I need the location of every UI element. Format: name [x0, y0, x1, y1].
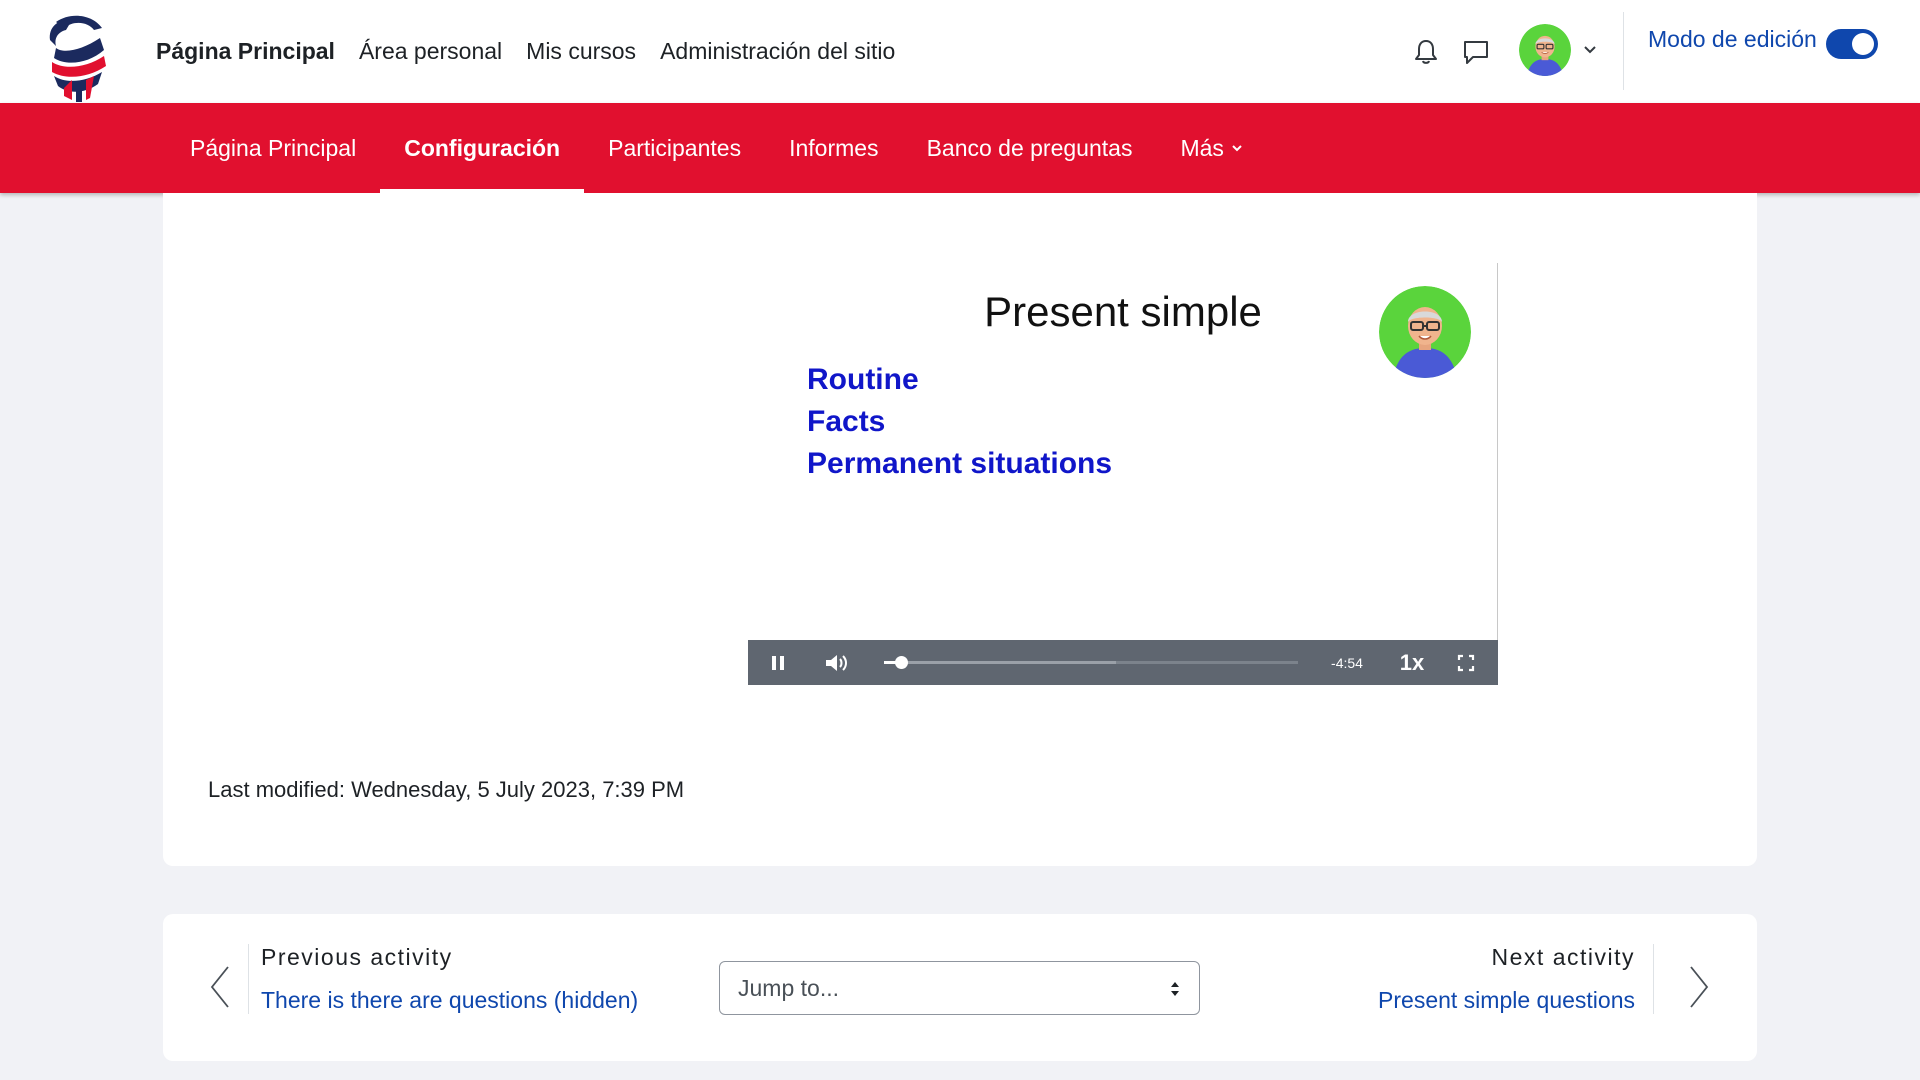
chevron-down-icon — [1232, 145, 1242, 152]
tab-label: Configuración — [404, 134, 561, 161]
next-activity: Next activity Present simple questions — [1378, 944, 1654, 1014]
chevron-down-icon — [1584, 46, 1596, 54]
volume-icon — [826, 654, 847, 671]
lion-logo-icon — [44, 15, 110, 103]
slide-bullets: Routine Facts Permanent situations — [807, 359, 1112, 485]
user-avatar[interactable] — [1519, 24, 1571, 76]
top-navbar: Página Principal Área personal Mis curso… — [0, 0, 1920, 103]
chevron-left-icon — [210, 966, 229, 1008]
slide-bullet: Permanent situations — [807, 447, 1113, 480]
bell-icon — [1415, 40, 1437, 64]
tab-label: Más — [1180, 134, 1224, 161]
time-remaining: -4:54 — [1331, 654, 1363, 671]
tab-mas-dropdown[interactable]: Más — [1156, 103, 1267, 193]
progress-buffered — [884, 661, 1116, 664]
tab-banco-de-preguntas[interactable]: Banco de preguntas — [903, 103, 1157, 193]
tab-label: Banco de preguntas — [926, 134, 1133, 161]
notifications-button[interactable] — [1410, 36, 1442, 68]
header-divider — [1623, 12, 1624, 90]
edit-mode-toggle[interactable] — [1826, 29, 1878, 59]
chevron-right-icon — [1690, 966, 1709, 1008]
next-activity-arrow[interactable] — [1687, 964, 1711, 1010]
fullscreen-icon — [1457, 654, 1475, 671]
chat-icon — [1464, 41, 1488, 64]
main-content: Present simple Routine Facts Permanent s… — [163, 193, 1757, 866]
messages-button[interactable] — [1460, 36, 1492, 68]
playback-speed-button[interactable]: 1x — [1392, 640, 1432, 685]
presenter-avatar-icon — [1379, 286, 1471, 378]
user-menu-toggle[interactable] — [1581, 40, 1599, 60]
nav-pagina-principal[interactable]: Página Principal — [156, 38, 335, 65]
pause-icon — [772, 655, 784, 670]
primary-navigation: Página Principal Área personal Mis curso… — [156, 0, 895, 103]
volume-button[interactable] — [820, 640, 854, 685]
toggle-knob — [1852, 33, 1874, 55]
previous-activity-link[interactable]: There is there are questions (hidden) — [261, 987, 638, 1014]
tab-configuracion[interactable]: Configuración — [380, 103, 585, 193]
tab-pagina-principal[interactable]: Página Principal — [166, 103, 380, 193]
activity-navigation: Previous activity There is there are que… — [163, 914, 1757, 1061]
next-activity-link[interactable]: Present simple questions — [1378, 987, 1635, 1014]
site-logo[interactable] — [42, 10, 112, 103]
video-player[interactable]: Present simple Routine Facts Permanent s… — [748, 263, 1498, 685]
nav-administracion[interactable]: Administración del sitio — [660, 38, 895, 65]
slide-bullet: Routine — [807, 363, 919, 396]
slide-bullet: Facts — [807, 405, 886, 438]
nav-area-personal[interactable]: Área personal — [359, 38, 502, 65]
previous-activity-caption: Previous activity — [261, 944, 453, 970]
tab-label: Página Principal — [190, 134, 357, 161]
edit-mode-label: Modo de edición — [1648, 26, 1817, 52]
last-modified-text: Last modified: Wednesday, 5 July 2023, 7… — [208, 777, 685, 802]
slide-avatar — [1379, 286, 1471, 378]
tab-label: Informes — [789, 134, 879, 161]
next-activity-caption: Next activity — [1491, 944, 1635, 970]
progress-bar[interactable] — [884, 656, 1298, 669]
jump-to-select[interactable]: Jump to... — [719, 961, 1200, 1015]
user-avatar-icon — [1519, 24, 1571, 76]
progress-handle[interactable] — [894, 656, 908, 669]
pause-button[interactable] — [762, 640, 794, 685]
previous-activity-arrow[interactable] — [208, 964, 232, 1010]
select-sort-icon — [1171, 982, 1179, 996]
jump-to-placeholder: Jump to... — [738, 975, 839, 1001]
tab-participantes[interactable]: Participantes — [584, 103, 765, 193]
nav-mis-cursos[interactable]: Mis cursos — [526, 38, 636, 65]
video-controls: -4:54 1x — [748, 640, 1498, 685]
tab-informes[interactable]: Informes — [765, 103, 902, 193]
previous-activity: Previous activity There is there are que… — [248, 944, 638, 1014]
fullscreen-button[interactable] — [1450, 640, 1482, 685]
course-secondary-navigation: Página Principal Configuración Participa… — [0, 103, 1920, 193]
tab-label: Participantes — [608, 134, 742, 161]
